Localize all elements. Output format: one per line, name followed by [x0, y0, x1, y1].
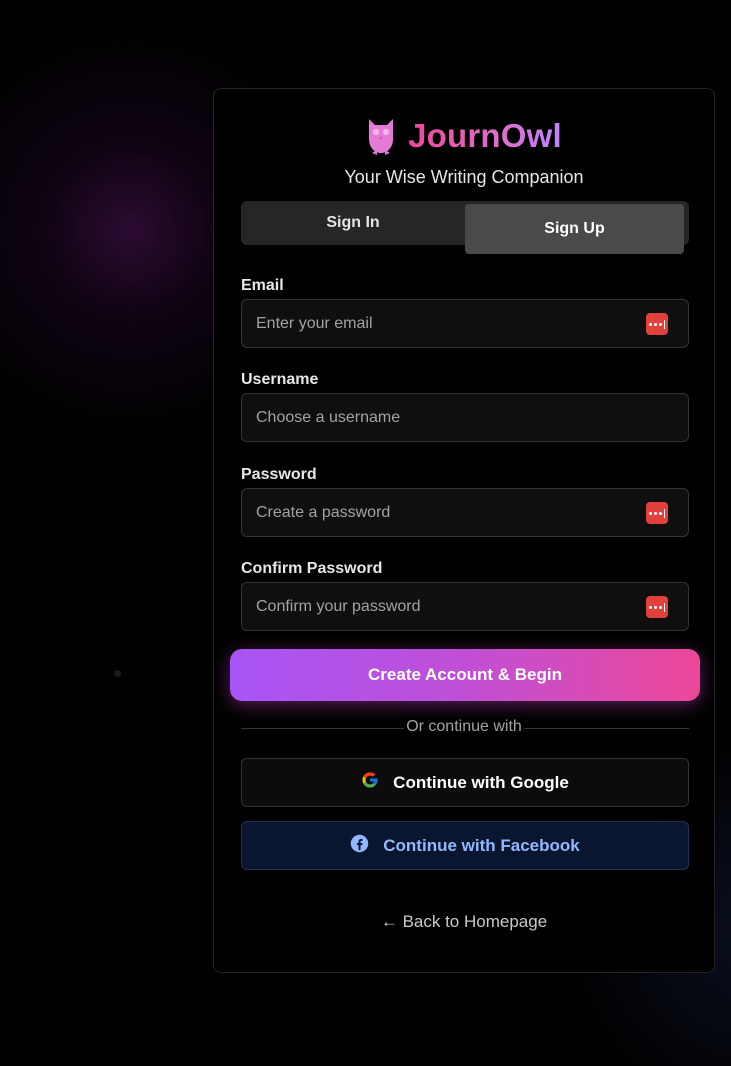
back-to-homepage-link[interactable]: ← Back to Homepage: [214, 912, 714, 932]
email-field[interactable]: [242, 300, 688, 347]
username-field[interactable]: [242, 394, 688, 441]
brand-header: JournOwl: [214, 117, 714, 155]
auth-card: JournOwl Your Wise Writing Companion Sig…: [213, 88, 715, 973]
divider-text-wrapper: Or continue with: [214, 718, 714, 736]
password-manager-icon[interactable]: [646, 596, 668, 618]
email-label: Email: [241, 277, 284, 294]
background-dot: [114, 670, 121, 677]
username-field-wrapper: [241, 393, 689, 442]
email-field-wrapper: [241, 299, 689, 348]
create-account-button[interactable]: Create Account & Begin: [230, 649, 700, 701]
tagline: Your Wise Writing Companion: [344, 167, 584, 187]
facebook-button-label: Continue with Facebook: [383, 835, 580, 855]
confirm-password-field[interactable]: [242, 583, 688, 630]
tab-sign-in[interactable]: Sign In: [241, 201, 465, 245]
confirm-password-field-wrapper: [241, 582, 689, 631]
brand-name: JournOwl: [408, 117, 562, 154]
auth-tabs: Sign In Sign Up: [241, 201, 689, 254]
password-label: Password: [241, 466, 317, 483]
continue-with-facebook-button[interactable]: Continue with Facebook: [241, 821, 689, 870]
google-button-label: Continue with Google: [393, 772, 569, 792]
username-label: Username: [241, 371, 319, 388]
tab-sign-up[interactable]: Sign Up: [465, 204, 684, 254]
confirm-password-label: Confirm Password: [241, 560, 383, 577]
password-manager-icon[interactable]: [646, 502, 668, 524]
facebook-icon: [350, 834, 369, 858]
owl-icon: [366, 117, 396, 155]
divider-text: Or continue with: [404, 718, 524, 735]
password-manager-icon[interactable]: [646, 313, 668, 335]
continue-with-google-button[interactable]: Continue with Google: [241, 758, 689, 807]
password-field-wrapper: [241, 488, 689, 537]
google-icon: [361, 771, 379, 794]
password-field[interactable]: [242, 489, 688, 536]
